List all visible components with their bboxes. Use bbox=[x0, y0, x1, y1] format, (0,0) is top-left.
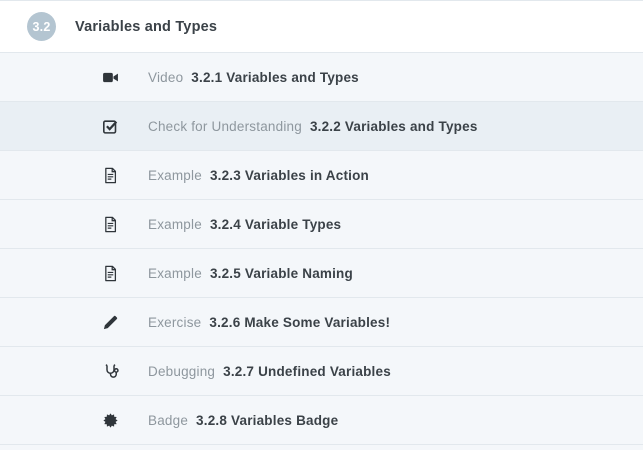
check-square-icon bbox=[100, 118, 120, 135]
module-number-badge: 3.2 bbox=[27, 12, 56, 41]
curriculum-module-panel: 3.2 Variables and Types Video 3.2.1 Vari… bbox=[0, 0, 643, 457]
lesson-row[interactable]: Example 3.2.4 Variable Types bbox=[0, 199, 643, 248]
pencil-icon bbox=[100, 314, 120, 331]
lesson-title: 3.2.6 Make Some Variables! bbox=[209, 315, 390, 330]
lesson-row[interactable]: Example 3.2.5 Variable Naming bbox=[0, 248, 643, 297]
video-icon bbox=[100, 69, 120, 86]
badge-icon bbox=[100, 413, 120, 428]
lesson-type-label: Badge bbox=[148, 413, 188, 428]
module-header[interactable]: 3.2 Variables and Types bbox=[0, 1, 643, 52]
lesson-type-label: Example bbox=[148, 168, 202, 183]
document-icon bbox=[100, 216, 120, 233]
lesson-type-label: Video bbox=[148, 70, 183, 85]
lesson-type-label: Exercise bbox=[148, 315, 201, 330]
lesson-row[interactable]: Badge 3.2.8 Variables Badge bbox=[0, 395, 643, 444]
lesson-title: 3.2.2 Variables and Types bbox=[310, 119, 478, 134]
lesson-title: 3.2.4 Variable Types bbox=[210, 217, 341, 232]
lesson-row[interactable]: Example 3.2.3 Variables in Action bbox=[0, 150, 643, 199]
document-icon bbox=[100, 265, 120, 282]
lesson-type-label: Example bbox=[148, 217, 202, 232]
lesson-list: Video 3.2.1 Variables and Types Check fo… bbox=[0, 52, 643, 444]
lesson-type-label: Check for Understanding bbox=[148, 119, 302, 134]
stethoscope-icon bbox=[100, 363, 120, 380]
next-row-partial bbox=[0, 444, 643, 450]
lesson-row[interactable]: Debugging 3.2.7 Undefined Variables bbox=[0, 346, 643, 395]
lesson-title: 3.2.5 Variable Naming bbox=[210, 266, 353, 281]
lesson-title: 3.2.3 Variables in Action bbox=[210, 168, 369, 183]
lesson-title: 3.2.7 Undefined Variables bbox=[223, 364, 391, 379]
lesson-row[interactable]: Exercise 3.2.6 Make Some Variables! bbox=[0, 297, 643, 346]
lesson-title: 3.2.8 Variables Badge bbox=[196, 413, 338, 428]
lesson-type-label: Example bbox=[148, 266, 202, 281]
lesson-row[interactable]: Video 3.2.1 Variables and Types bbox=[0, 52, 643, 101]
document-icon bbox=[100, 167, 120, 184]
lesson-type-label: Debugging bbox=[148, 364, 215, 379]
module-title: Variables and Types bbox=[75, 19, 217, 35]
lesson-row[interactable]: Check for Understanding 3.2.2 Variables … bbox=[0, 101, 643, 150]
lesson-title: 3.2.1 Variables and Types bbox=[191, 70, 359, 85]
